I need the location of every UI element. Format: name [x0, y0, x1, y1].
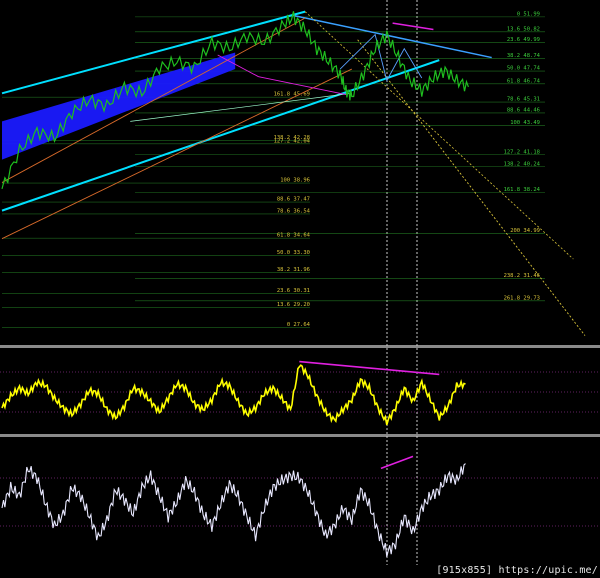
fib-right-label: 161.8 38.24	[504, 187, 541, 193]
fib-left-label: 50.0 33.30	[277, 250, 310, 256]
diagonal-dotted-yellow-2	[304, 11, 574, 260]
fib-left-label: 78.6 36.54	[277, 208, 311, 214]
fib-right-label: 200 34.99	[510, 228, 540, 234]
image-size-label: [915x855]	[436, 565, 493, 576]
osc2-divergence-arrow	[380, 455, 414, 470]
panel-divider-top	[0, 345, 600, 348]
fib-right-label: 138.2 40.24	[504, 161, 541, 167]
fib-right-label: 23.6 49.99	[507, 37, 540, 43]
chart-svg: 0 51.99 13.6 50.82 23.6 49.99 38.2 48.74 50.…	[0, 0, 600, 565]
footer-watermark: [915x855] https://upic.me/	[436, 565, 598, 576]
fib-left-label: 88.6 37.47	[277, 197, 310, 203]
fib-left-label: 38.2 31.96	[277, 267, 310, 273]
fib-right-label: 0 51.99	[517, 11, 540, 17]
fib-left-label: 23.6 30.31	[277, 288, 310, 294]
fib-left-label: 100 38.96	[280, 178, 310, 184]
fib-left-label: 161.8 45.69	[274, 92, 310, 98]
fib-left-label: 61.8 34.64	[277, 233, 311, 239]
fib-left-label: 13.6 29.20	[277, 302, 310, 308]
fib-right-label: 100 43.49	[510, 120, 540, 126]
fib-right-label: 38.2 48.74	[507, 53, 541, 59]
fib-right-label: 88.6 44.46	[507, 107, 540, 113]
fib-left-label: 127.2 42.04	[274, 138, 311, 144]
white-oscillator-line	[1, 463, 466, 558]
fib-right-label: 13.6 50.82	[507, 26, 540, 32]
osc1-divergence-arrow	[299, 360, 440, 376]
yellow-oscillator-line	[1, 364, 466, 426]
fib-right-label: 127.2 41.18	[504, 149, 540, 155]
panel-divider-bottom	[0, 434, 600, 437]
fib-right-label: 261.8 29.73	[504, 295, 540, 301]
watermark-url: https://upic.me/	[498, 565, 598, 576]
descending-resistance-line	[293, 14, 492, 59]
fib-left-label: 0 27.64	[287, 322, 311, 328]
fib-right-label: 238.2 31.46	[504, 273, 540, 279]
fib-right-label: 50.0 47.74	[507, 66, 541, 72]
lower-channel-line	[1, 59, 440, 212]
price-divergence-arrow	[392, 22, 434, 31]
fib-right-label: 61.8 46.74	[507, 78, 541, 84]
fib-right-label: 78.6 45.31	[507, 97, 540, 103]
chart-area: 0 51.99 13.6 50.82 23.6 49.99 38.2 48.74 50.…	[0, 0, 600, 578]
